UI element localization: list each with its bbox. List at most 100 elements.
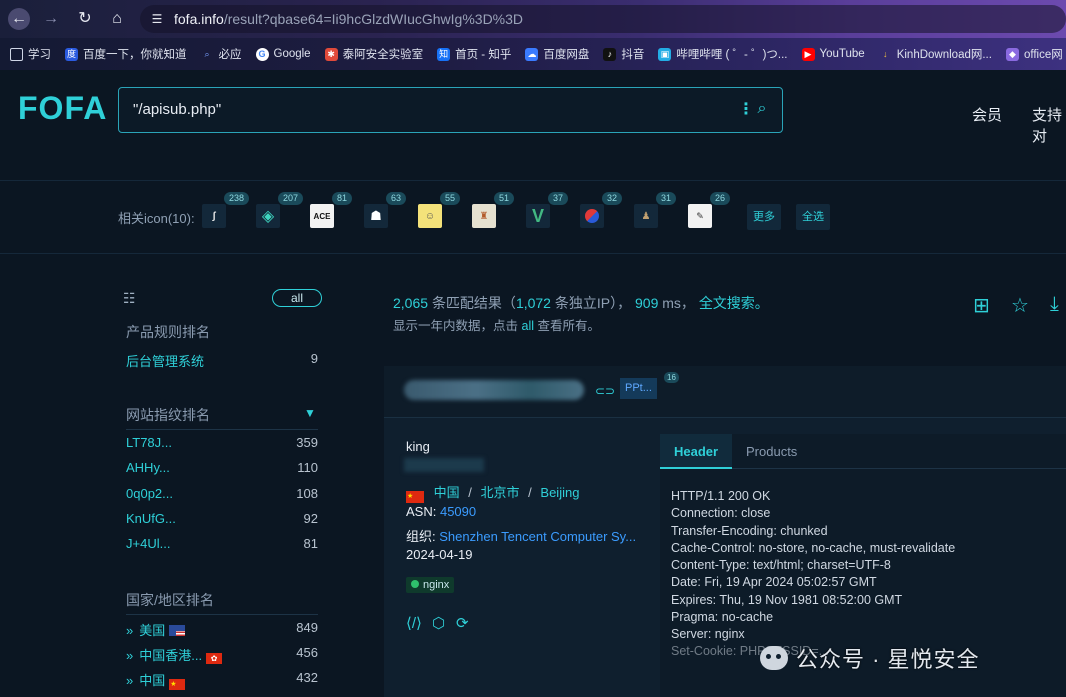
asn-link[interactable]: 45090 [440,504,476,519]
bookmark-item[interactable]: G Google [255,47,311,61]
site-title: king [406,439,430,454]
home-icon[interactable]: ⌂ [106,8,128,30]
header-line: Content-Type: text/html; charset=UTF-8 [671,558,891,572]
related-icon-2[interactable]: ◈ [256,204,280,228]
blurred-host[interactable] [404,380,584,400]
site-info-icon[interactable]: ☰ [148,10,166,28]
bookmark-item[interactable]: ☁ 百度网盘 [525,46,589,62]
date: 2024-04-19 [406,547,473,562]
icon-count-badge: 26 [710,192,731,205]
related-icon-10[interactable]: ✎ [688,204,712,228]
bookmark-item[interactable]: 学习 [10,46,51,62]
download-icon: ↓ [882,48,888,59]
bookmark-item[interactable]: ↓ KinhDownload网... [879,46,992,62]
search-icon[interactable]: ⌕ [752,99,772,119]
cn-flag-icon: ★ [406,491,424,503]
code-icon[interactable]: ⟨/⟩ [406,614,422,632]
browser-toolbar: ← → ↻ ⌂ ☰ fofa.info/result?qbase64=Ii9hc… [0,0,1066,38]
all-link[interactable]: all [522,319,535,333]
more-icons-button[interactable]: 更多 [747,204,781,230]
product-ranking-title: 产品规则排名 [126,324,210,340]
tab-header[interactable]: Header [660,434,733,469]
related-icon-6[interactable]: ♜ [472,204,496,228]
fofa-logo[interactable]: FOFA [18,90,107,127]
blurred-ip[interactable] [404,458,484,472]
bookmark-item[interactable]: ▣ 哔哩哔哩 ( ゜- ゜)つ... [658,46,788,62]
item-label: KnUfG... [126,511,176,526]
cube-icon[interactable]: ⬡ [432,614,445,632]
related-icon-9[interactable]: ♟ [634,204,658,228]
list-item[interactable]: J+4Ul... 81 [126,536,318,556]
youtube-icon: ▶ [801,47,815,61]
download-icon[interactable]: ⤓ [1050,293,1059,316]
region-link[interactable]: Beijing [540,485,579,500]
related-icon-3[interactable]: ACE [310,204,334,228]
bookmark-item[interactable]: 知首页 - 知乎 [437,46,511,62]
back-icon[interactable]: ← [8,8,30,30]
item-label: 中国香港... [139,648,203,663]
list-item[interactable]: AHHy... 110 [126,460,318,480]
nav-membership[interactable]: 会员 [972,104,1002,125]
related-icons-label: 相关icon(10): [118,211,195,226]
fulltext-search-link[interactable]: 全文搜索。 [699,295,769,311]
product-tag[interactable]: PPt... [620,378,657,399]
select-all-button[interactable]: 全选 [796,204,830,230]
list-item[interactable]: 后台管理系统 9 [126,351,318,371]
list-item[interactable]: » 中国 ★ 432 [126,670,318,690]
search-box[interactable]: "/apisub.php" ⋮ ⌕ [118,87,783,133]
item-label: J+4Ul... [126,536,171,551]
bookmark-item[interactable]: ◆ office网 [1005,46,1063,62]
related-icon-8[interactable] [580,204,604,228]
related-icon-vue[interactable]: V [526,204,550,228]
watermark-text: 公众号 · 星悦安全 [796,647,980,672]
star-icon[interactable]: ☆ [1011,293,1029,318]
subtext-prefix: 显示一年内数据，点击 [393,319,519,333]
server-tag[interactable]: nginx [406,577,455,593]
header-line: Pragma: no-cache [671,610,774,624]
office-icon: ◆ [1005,47,1019,61]
server-tag-label: nginx [423,579,450,591]
list-item[interactable]: » 美国 849 [126,620,318,640]
icon-count-badge: 55 [440,192,461,205]
forward-icon[interactable]: → [40,8,62,30]
reload-icon[interactable]: ↻ [74,8,96,30]
watermark: 公众号 · 星悦安全 [760,640,980,676]
bookmark-item[interactable]: ▶ YouTube [801,47,865,61]
related-icon-5[interactable]: ☺ [418,204,442,228]
more-options-icon[interactable]: ⋮ [738,100,754,120]
header-line: Connection: close [671,506,771,520]
header-line: HTTP/1.1 200 OK [671,489,771,503]
country-link[interactable]: 中国 [434,485,460,500]
search-input[interactable]: "/apisub.php" [133,101,221,118]
ip-label: 条独立IP）， [554,295,632,311]
bookmark-item[interactable]: ⌕ 必应 [201,46,241,62]
all-toggle[interactable]: all [272,289,322,307]
icon-count-badge: 32 [602,192,623,205]
nav-support[interactable]: 支持对 [1032,104,1066,146]
list-item[interactable]: KnUfG... 92 [126,511,318,531]
bookmark-item[interactable]: ♪ 抖音 [603,46,644,62]
grid-view-icon[interactable]: ⊞ [973,293,990,318]
related-icon-1[interactable]: ʃ [202,204,226,228]
city-link[interactable]: 北京市 [481,485,520,500]
item-count: 359 [296,435,318,450]
list-item[interactable]: » 中国香港... ✿ 456 [126,645,318,665]
org-row: 组织: Shenzhen Tencent Computer Sy... [406,526,636,545]
item-count: 110 [297,460,318,475]
bookmark-item[interactable]: 度百度一下，你就知道 [65,46,187,62]
list-item[interactable]: 0q0p2... 108 [126,486,318,506]
related-icon-4[interactable]: ☗ [364,204,388,228]
header-line: Date: Fri, 19 Apr 2024 05:02:57 GMT [671,575,877,589]
baidu-icon: 度 [65,47,78,61]
funnel-icon[interactable]: ▼ [304,406,316,420]
refresh-icon[interactable]: ⟳ [456,614,469,632]
tab-products[interactable]: Products [732,434,811,469]
list-item[interactable]: LT78J... 359 [126,435,318,455]
location: ★ 中国 / 北京市 / Beijing [406,482,579,503]
bookmark-item[interactable]: ✱ 泰阿安全实验室 [324,46,423,62]
org-link[interactable]: Shenzhen Tencent Computer Sy... [439,529,636,544]
filter-settings-icon[interactable]: ☷ [123,290,136,307]
chevron-right-icon: » [126,673,134,688]
address-bar[interactable]: ☰ fofa.info/result?qbase64=Ii9hcGlzdWIuc… [140,5,1066,33]
link-icon[interactable]: ⊂⊃ [595,384,615,398]
